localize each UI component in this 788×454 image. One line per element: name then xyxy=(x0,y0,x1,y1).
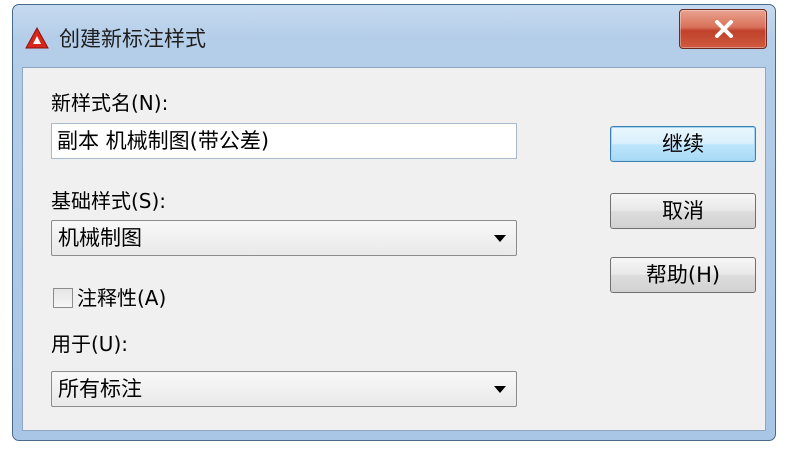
dropdown-arrow-icon xyxy=(494,386,506,393)
dialog-window: 创建新标注样式 新样式名(N): 副本 机械制图(带公差) 基础样式(S): 机… xyxy=(12,4,776,441)
title-bar[interactable]: 创建新标注样式 xyxy=(13,5,775,67)
continue-button[interactable]: 继续 xyxy=(610,126,756,162)
close-icon xyxy=(715,20,733,38)
dialog-content: 新样式名(N): 副本 机械制图(带公差) 基础样式(S): 机械制图 注释性(… xyxy=(22,67,766,431)
annotative-label: 注释性(A) xyxy=(77,286,167,310)
new-style-name-input[interactable]: 副本 机械制图(带公差) xyxy=(51,123,517,159)
use-for-select[interactable]: 所有标注 xyxy=(51,371,517,407)
use-for-value: 所有标注 xyxy=(58,377,142,401)
autocad-icon xyxy=(25,26,49,49)
help-button[interactable]: 帮助(H) xyxy=(610,257,756,293)
cancel-button[interactable]: 取消 xyxy=(610,193,756,229)
close-button[interactable] xyxy=(679,9,767,49)
base-style-value: 机械制图 xyxy=(58,226,142,250)
use-for-label: 用于(U): xyxy=(51,332,128,356)
new-style-name-label: 新样式名(N): xyxy=(51,91,169,115)
base-style-select[interactable]: 机械制图 xyxy=(51,220,517,256)
base-style-label: 基础样式(S): xyxy=(51,189,167,213)
dropdown-arrow-icon xyxy=(494,235,506,242)
window-title: 创建新标注样式 xyxy=(59,27,206,51)
annotative-checkbox[interactable] xyxy=(53,288,73,308)
